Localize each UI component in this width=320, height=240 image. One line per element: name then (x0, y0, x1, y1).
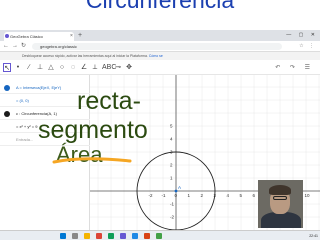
annotation-strike-line (52, 157, 132, 164)
angle-tool-icon[interactable]: ∠ (80, 63, 88, 72)
taskbar: 22:41 (0, 230, 320, 240)
x-tick-label: 4 (227, 193, 230, 198)
tab-title: GeoGebra Clásico (10, 34, 43, 39)
word-icon[interactable] (132, 233, 138, 239)
algebra-row-text: = x² + y² = 9 (16, 124, 38, 129)
window-controls[interactable]: — ▢ ✕ (286, 30, 318, 41)
presenter-glasses (273, 196, 287, 200)
point-tool-icon[interactable]: • (14, 63, 22, 72)
x-tick-label: -2 (149, 193, 153, 198)
ellipse-tool-icon[interactable]: ◌ (69, 63, 77, 72)
text-tool-icon[interactable]: ABC (102, 63, 116, 72)
extension-icons[interactable]: ☆ ⋮ (299, 41, 316, 52)
address-bar: ← → ↻ geogebra.org/classic ☆ ⋮ (0, 41, 320, 52)
video-title-overlay: Circunferencia (40, 0, 280, 10)
info-bar-text: Desbloquear acceso rápido, activar las h… (22, 54, 148, 58)
point-a-label: A (178, 185, 181, 190)
geogebra-app-icon[interactable] (120, 233, 126, 239)
x-tick-label: 1 (188, 193, 191, 198)
x-tick-label: 10 (305, 193, 311, 198)
tab-bar: GeoGebra Clásico × + — ▢ ✕ (0, 30, 320, 41)
undo-redo-icons[interactable]: ↶ ↷ ☰ (275, 61, 314, 75)
y-tick-label: -1 (170, 202, 174, 207)
new-tab-icon[interactable]: + (78, 31, 82, 40)
x-tick-label: -1 (162, 193, 166, 198)
annotation-segmento: segmento (38, 116, 148, 144)
x-tick-label: 6 (253, 193, 256, 198)
back-icon[interactable]: ← (3, 41, 9, 52)
chrome-icon[interactable] (96, 233, 102, 239)
info-bar: Desbloquear acceso rápido, activar las h… (0, 52, 320, 60)
annotation-recta: recta- (77, 87, 141, 115)
perpendicular-tool-icon[interactable]: ⊥ (36, 63, 44, 72)
app-icon[interactable] (108, 233, 114, 239)
x-tick-label: 2 (201, 193, 204, 198)
webcam-overlay (258, 180, 303, 228)
y-tick-label: -2 (170, 215, 174, 220)
taskbar-clock: 22:41 (309, 234, 318, 238)
point-a[interactable] (174, 189, 178, 193)
powerpoint-icon[interactable] (144, 233, 150, 239)
geogebra-toolbar: ↖ • ∕ ⊥ △ ○ ◌ ∠ ⟂ ABC ⊸ ✥ ↶ ↷ ☰ (0, 61, 320, 75)
forward-icon[interactable]: → (12, 41, 18, 52)
presenter-body (261, 212, 301, 228)
algebra-row-text: = (0, 0) (16, 98, 29, 103)
line-tool-icon[interactable]: ∕ (25, 63, 33, 72)
visibility-toggle-icon[interactable] (4, 110, 10, 117)
polygon-tool-icon[interactable]: △ (47, 63, 55, 72)
presenter-hair (269, 185, 291, 195)
pan-tool-icon[interactable]: ✥ (125, 63, 133, 72)
excel-icon[interactable] (156, 233, 162, 239)
tab-geogebra[interactable]: GeoGebra Clásico × (4, 32, 74, 41)
url-input[interactable]: geogebra.org/classic (32, 43, 282, 50)
geogebra-favicon-icon (5, 34, 9, 38)
slider-tool-icon[interactable]: ⊸ (114, 63, 122, 72)
algebra-row-text: A = Interseca(EjeX, EjeY) (16, 85, 62, 90)
files-icon[interactable] (84, 233, 90, 239)
visibility-toggle-icon[interactable] (4, 84, 10, 91)
reflect-tool-icon[interactable]: ⟂ (91, 63, 99, 72)
search-icon[interactable] (72, 233, 78, 239)
x-tick-label: 5 (240, 193, 243, 198)
info-bar-link[interactable]: Cómo se (149, 54, 163, 58)
x-tick-label: 0 (175, 193, 178, 198)
start-icon[interactable] (60, 233, 66, 239)
move-tool-icon[interactable]: ↖ (3, 63, 11, 72)
circle-tool-icon[interactable]: ○ (58, 63, 66, 72)
reload-icon[interactable]: ↻ (21, 41, 26, 52)
close-tab-icon[interactable]: × (70, 32, 73, 41)
